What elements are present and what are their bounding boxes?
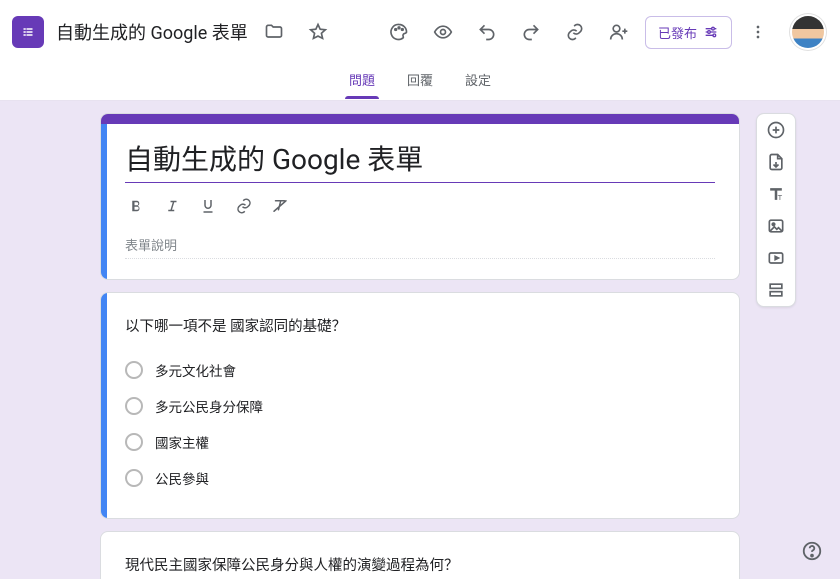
add-collaborator-icon[interactable] [601,14,637,50]
radio-icon [125,469,143,487]
bold-icon[interactable] [125,195,147,217]
option-row[interactable]: 國家主權 [125,424,715,460]
option-row[interactable]: 多元文化社會 [125,352,715,388]
underline-icon[interactable] [197,195,219,217]
customize-theme-icon[interactable] [381,14,417,50]
forms-logo [12,16,44,48]
option-label: 國家主權 [155,432,209,452]
form-canvas[interactable]: T 自動生成的 Google 表單 [0,100,840,579]
question-text[interactable]: 現代民主國家保障公民身分與人權的演變過程為何？ [125,554,715,575]
form-title-input[interactable]: 自動生成的 Google 表單 [125,138,715,183]
radio-icon [125,361,143,379]
option-label: 公民參與 [155,468,209,488]
preview-icon[interactable] [425,14,461,50]
publish-label: 已發布 [658,23,697,42]
star-icon[interactable] [300,14,336,50]
clear-formatting-icon[interactable] [269,195,291,217]
redo-icon[interactable] [513,14,549,50]
header: 自動生成的 Google 表單 已發布 [0,0,840,64]
form-description-input[interactable]: 表單說明 [125,227,715,259]
option-label: 多元文化社會 [155,360,236,380]
help-icon[interactable] [798,537,826,565]
add-title-icon[interactable]: T [762,184,790,204]
add-image-icon[interactable] [762,216,790,236]
question-card[interactable]: 現代民主國家保障公民身分與人權的演變過程為何？ 短暫且迅速 漫長且複雜 由科技進… [100,531,740,579]
question-text[interactable]: 以下哪一項不是 國家認同的基礎？ [125,315,715,336]
tune-icon [703,24,719,40]
side-toolbar: T [756,113,796,307]
radio-icon [125,433,143,451]
add-video-icon[interactable] [762,248,790,268]
italic-icon[interactable] [161,195,183,217]
undo-icon[interactable] [469,14,505,50]
link-icon[interactable] [557,14,593,50]
add-question-icon[interactable] [762,120,790,140]
format-toolbar [125,191,715,227]
insert-link-icon[interactable] [233,195,255,217]
tab-questions[interactable]: 問題 [347,64,377,99]
publish-button[interactable]: 已發布 [645,16,732,49]
move-to-folder-icon[interactable] [256,14,292,50]
svg-text:T: T [778,193,783,202]
radio-icon [125,397,143,415]
doc-title[interactable]: 自動生成的 Google 表單 [56,19,248,45]
question-card[interactable]: 以下哪一項不是 國家認同的基礎？ 多元文化社會 多元公民身分保障 國家主權 公民… [100,292,740,519]
more-menu-icon[interactable] [740,14,776,50]
add-section-icon[interactable] [762,280,790,300]
option-label: 多元公民身分保障 [155,396,263,416]
tab-settings[interactable]: 設定 [463,64,493,99]
tabs: 問題 回覆 設定 [0,64,840,100]
account-avatar[interactable] [792,16,824,48]
import-questions-icon[interactable] [762,152,790,172]
option-row[interactable]: 多元公民身分保障 [125,388,715,424]
title-card[interactable]: 自動生成的 Google 表單 表單說明 [100,113,740,280]
option-row[interactable]: 公民參與 [125,460,715,496]
tab-responses[interactable]: 回覆 [405,64,435,99]
